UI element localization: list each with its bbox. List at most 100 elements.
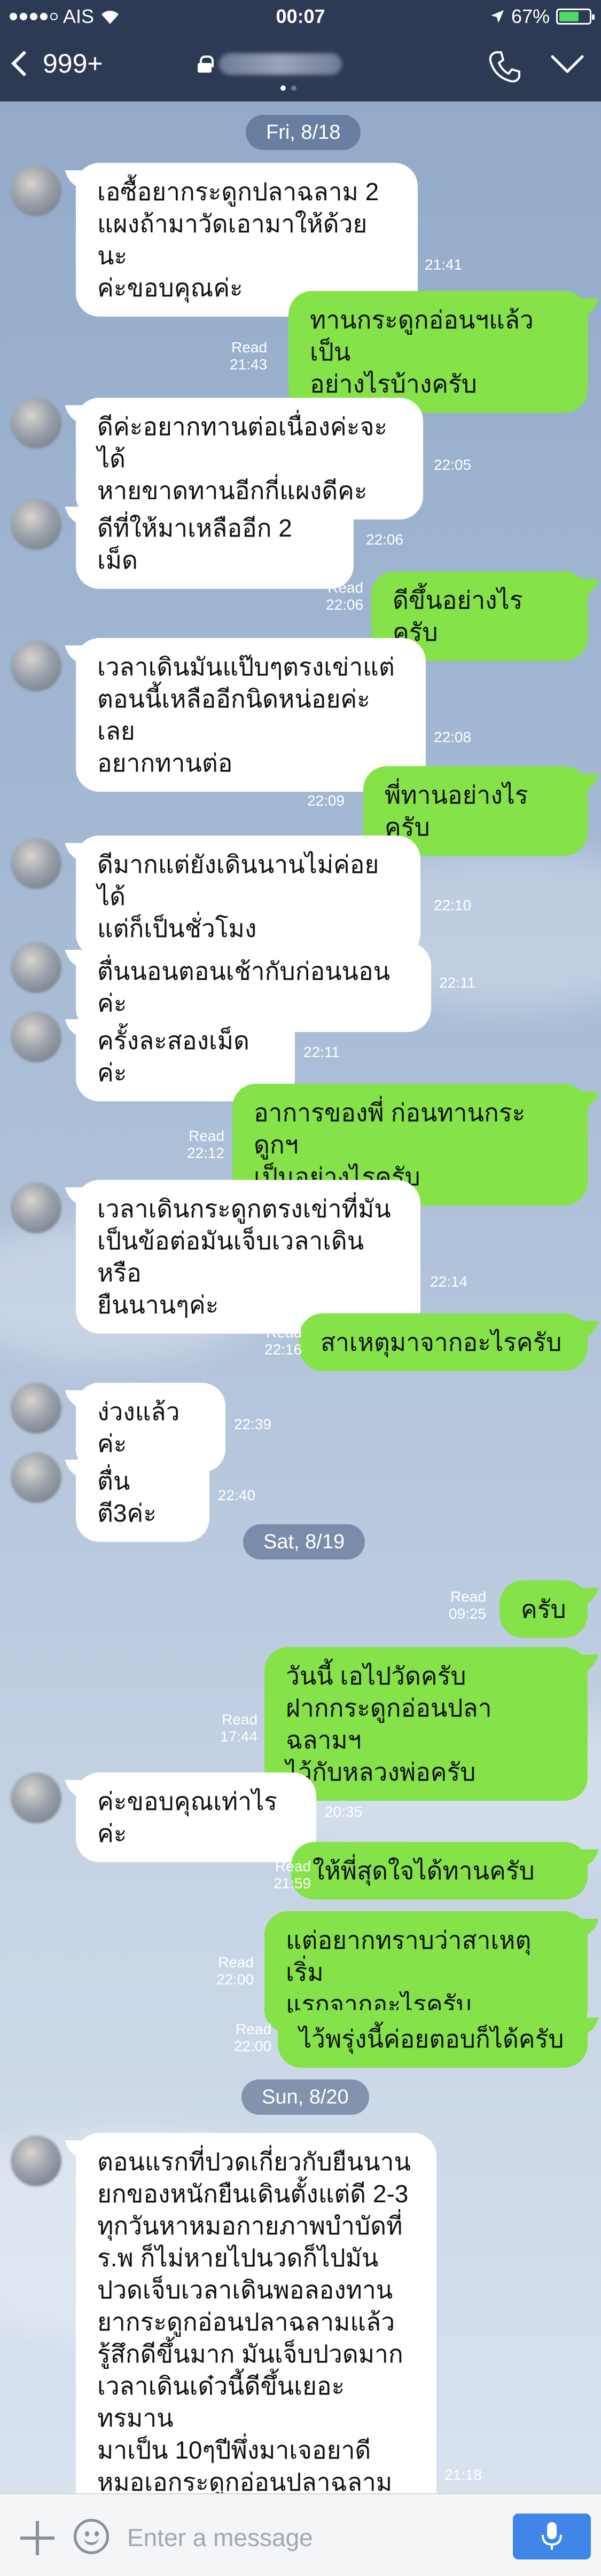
message-time: 17:44 — [220, 1728, 258, 1745]
chat-header: 999+ — [0, 32, 601, 101]
message-text-line: แต่อยากทราบว่าสาเหตุเริ่ม — [286, 1926, 532, 1986]
message-meta: 22:11 — [303, 1044, 340, 1061]
message-text-line: ดีที่ให้มาเหลืออีก 2 เม็ด — [97, 514, 292, 574]
message-time: 22:11 — [303, 1044, 340, 1060]
battery-level — [559, 12, 579, 21]
read-receipt: Read — [266, 1324, 302, 1341]
message-text-line: ง่วงแล้วค่ะ — [97, 1398, 180, 1458]
message-text-line: เวลาเดินกระดูกตรงเข่าที่มัน — [97, 1195, 391, 1223]
read-receipt: Read — [236, 2021, 272, 2037]
status-bar: AIS 00:07 67% — [0, 0, 601, 32]
battery-icon — [556, 9, 595, 25]
message-meta: 22:40 — [218, 1487, 255, 1504]
message-time: 22:00 — [216, 1971, 254, 1988]
message-text-line: วันนี้ เอไปวัดครับ — [286, 1662, 466, 1690]
message-time: 22:06 — [326, 596, 364, 613]
incoming-message-bubble[interactable]: ตื่นตี3ค่ะ — [76, 1452, 209, 1542]
message-text-line: ตอนแรกที่ปวดเกี่ยวกับยืนนาน — [97, 2148, 411, 2176]
message-text-line: สาเหตุมาจากอะไรครับ — [321, 1328, 562, 1356]
message-text-line: ไว้กับหลวงพ่อครับ — [286, 1758, 476, 1786]
chat-area[interactable]: Fri, 8/18 เอซื้อยากระดูกปลาฉลาม 2 แผงถ้ามา… — [0, 101, 601, 2493]
outgoing-message-bubble[interactable]: ให้พี่สุดใจได้ทานครับ — [291, 1842, 588, 1900]
read-receipt: Read — [327, 579, 364, 596]
contact-avatar[interactable] — [11, 499, 61, 550]
message-text-line: อยากทานต่อ — [97, 749, 233, 777]
microphone-icon — [542, 2522, 562, 2550]
message-time: 22:00 — [234, 2038, 272, 2054]
contact-avatar[interactable] — [11, 166, 61, 216]
read-receipt: Read — [231, 339, 268, 356]
message-text-line: พี่ทานอย่างไรครับ — [385, 781, 528, 841]
message-text-line: ทุกวันหาหมอกายภาพบำบัดที่ — [97, 2212, 403, 2240]
message-meta: 20:35 — [325, 1803, 362, 1821]
message-meta: Read 09:25 — [449, 1588, 486, 1622]
outgoing-message-bubble[interactable]: สาเหตุมาจากอะไรครับ — [299, 1313, 588, 1371]
message-text-line: ยกของหนักยืนเดินตั้งแต่ดี 2-3 — [97, 2180, 409, 2208]
message-time: 22:06 — [366, 531, 404, 548]
page-indicator — [280, 85, 296, 91]
incoming-message-bubble[interactable]: เวลาเดินกระดูกตรงเข่าที่มันเป็นข้อต่อมัน… — [76, 1180, 420, 1334]
message-text-line: รู้สึกดีขึ้นมาก มันเจ็บปวดมาก — [97, 2340, 403, 2368]
plus-icon[interactable] — [20, 2521, 54, 2555]
contact-avatar[interactable] — [11, 1452, 61, 1503]
contact-avatar[interactable] — [11, 1383, 61, 1433]
message-meta: Read 22:16 — [264, 1324, 302, 1358]
message-meta: 22:05 — [434, 456, 471, 474]
contact-avatar[interactable] — [11, 398, 61, 448]
microphone-button[interactable] — [513, 2514, 591, 2559]
contact-title[interactable] — [198, 53, 342, 75]
message-input[interactable] — [127, 2520, 490, 2555]
incoming-message-bubble[interactable]: ดีมากแต่ยังเดินนานไม่ค่อยได้ แต่ก็เป็นชั่… — [76, 836, 420, 957]
message-meta: 21:41 — [425, 256, 462, 273]
outgoing-message-bubble[interactable]: วันนี้ เอไปวัดครับ ฝากกระดูกอ่อนปลาฉลามฯไ… — [264, 1647, 588, 1801]
contact-avatar[interactable] — [11, 641, 61, 691]
message-meta: Read 22:09 — [307, 775, 345, 809]
contact-avatar[interactable] — [11, 2136, 61, 2186]
message-text-line: เป็นข้อต่อมันเจ็บเวลาเดินหรือ — [97, 1227, 364, 1287]
message-meta: 22:06 — [366, 531, 403, 548]
dropdown-chevron-icon[interactable] — [550, 53, 584, 75]
emoji-icon[interactable] — [74, 2519, 109, 2554]
message-text-line: ไว้พรุ่งนี้ค่อยตอบก็ได้ครับ — [299, 2025, 564, 2053]
message-time: 22:09 — [307, 792, 345, 809]
read-receipt: Read — [222, 1711, 258, 1728]
message-text-line: มาเป็น 10ๆปีพึ่งมาเจอยาดี — [97, 2436, 371, 2464]
location-arrow-icon — [490, 10, 504, 23]
outgoing-message-bubble[interactable]: ทานกระดูกอ่อนฯแล้วเป็น อย่างไรบ้างครับ — [288, 291, 588, 413]
message-text-line: ตอนนี้เหลืออีกนิดหน่อยค่ะเลย — [97, 685, 370, 745]
message-time: 22:16 — [264, 1341, 302, 1358]
incoming-message-bubble[interactable]: ตอนแรกที่ปวดเกี่ยวกับยืนนานยกของหนักยืนเ… — [76, 2133, 436, 2493]
contact-avatar[interactable] — [11, 1183, 61, 1233]
message-time: 22:12 — [187, 1145, 225, 1161]
incoming-message-bubble[interactable]: ดีที่ให้มาเหลืออีก 2 เม็ด — [76, 499, 354, 589]
date-separator: Sun, 8/20 — [241, 2079, 369, 2115]
contact-avatar[interactable] — [11, 838, 61, 889]
contact-avatar[interactable] — [11, 942, 61, 993]
read-receipt: Read — [275, 1858, 311, 1874]
message-text-line: ดีมากแต่ยังเดินนานไม่ค่อยได้ — [97, 850, 379, 910]
back-button[interactable]: 999+ — [7, 48, 103, 79]
read-receipt: Read — [450, 1588, 487, 1605]
message-text-line: อย่างไรบ้างครับ — [310, 370, 477, 398]
message-text-line: ครั้งละสองเม็ดค่ะ — [97, 1027, 249, 1086]
message-meta: 22:08 — [434, 729, 471, 746]
phone-icon[interactable] — [486, 48, 524, 85]
contact-name-blurred — [219, 53, 342, 75]
message-time: 22:11 — [439, 974, 475, 991]
outgoing-message-bubble[interactable]: ไว้พรุ่งนี้ค่อยตอบก็ได้ครับ — [278, 2010, 588, 2068]
message-text-line: ดีขึ้นอย่างไรครับ — [393, 586, 523, 646]
outgoing-message-bubble[interactable]: ครับ — [499, 1580, 588, 1638]
contact-avatar[interactable] — [11, 1773, 61, 1823]
incoming-message-bubble[interactable]: เวลาเดินมันแป๊บๆตรงเข่าแต่ ตอนนี้เหลืออีก… — [76, 638, 426, 792]
incoming-message-bubble[interactable]: ค่ะขอบคุณเท่าไรค่ะ — [76, 1773, 316, 1862]
message-time: 21:41 — [425, 256, 463, 273]
message-meta: Read 22:12 — [187, 1128, 224, 1162]
message-time: 22:10 — [434, 897, 472, 913]
message-text-line: เอซื้อยากระดูกปลาฉลาม 2 — [97, 178, 379, 206]
message-text-line: ดีค่ะอยากทานต่อเนื่องค่ะจะได้ — [97, 413, 388, 472]
contact-avatar[interactable] — [11, 1012, 61, 1062]
message-time: 21:18 — [444, 2467, 482, 2483]
message-meta: 21:18 — [444, 2467, 482, 2484]
message-text-line: หมอเอกระดูกอ่อนปลาฉลาม — [97, 2468, 393, 2493]
message-time: 22:39 — [234, 1416, 272, 1432]
